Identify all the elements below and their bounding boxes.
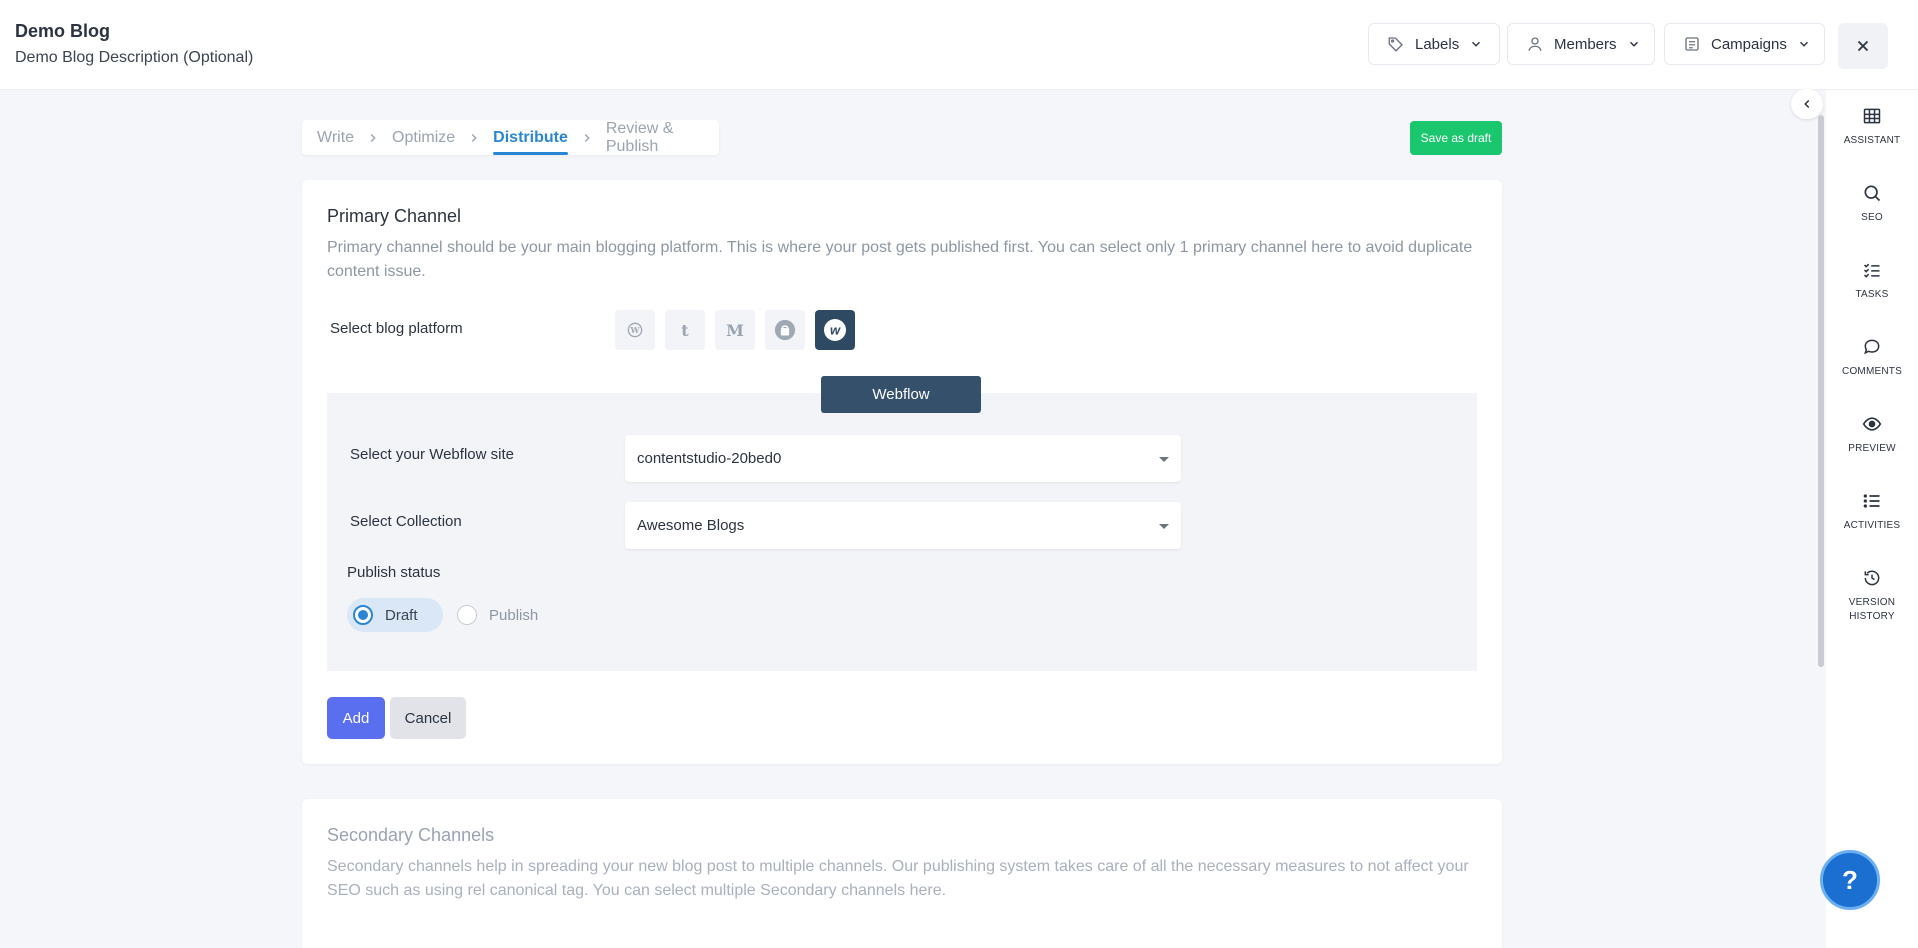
grid-icon [1863,108,1881,124]
blog-title[interactable]: Demo Blog [15,21,110,42]
help-button[interactable]: ? [1820,850,1880,910]
secondary-channels-description: Secondary channels help in spreading you… [327,858,1469,899]
list-icon [1863,494,1880,508]
collapse-sidebar-button[interactable] [1791,89,1823,119]
sidebar-item-assistant[interactable]: ASSISTANT [1826,106,1918,148]
sidebar-item-label: COMMENTS [1842,366,1902,377]
step-write[interactable]: Write [317,120,354,155]
campaigns-label: Campaigns [1711,35,1787,53]
chevron-right-icon [467,131,481,145]
caret-down-icon [1159,457,1169,462]
webflow-site-value: contentstudio-20bed0 [637,450,782,467]
sidebar-item-label: ASSISTANT [1843,135,1901,146]
publish-status-label: Publish status [347,564,441,581]
sidebar-item-comments[interactable]: COMMENTS [1826,337,1918,379]
sidebar-item-label: VERSION HISTORY [1848,597,1896,622]
platform-options: W t M w [615,310,855,350]
primary-channel-description: Primary channel should be your main blog… [327,239,1473,280]
sidebar-item-version-history[interactable]: VERSION HISTORY [1826,568,1918,624]
sidebar-item-activities[interactable]: ACTIVITIES [1826,491,1918,533]
scrollbar[interactable] [1818,115,1824,667]
top-header: Demo Blog Demo Blog Description (Optiona… [0,0,1918,90]
secondary-channels-title: Secondary Channels [327,825,495,845]
shopify-icon[interactable] [765,310,805,350]
user-icon [1528,37,1542,51]
blog-description[interactable]: Demo Blog Description (Optional) [15,49,253,67]
status-publish-radio[interactable]: Publish [457,598,538,632]
tumblr-icon[interactable]: t [665,310,705,350]
secondary-channels-card: Secondary Channels Secondary channels he… [302,799,1502,948]
members-dropdown[interactable]: Members [1507,23,1655,65]
history-icon [1864,570,1880,586]
caret-down-icon [1159,524,1169,529]
labels-dropdown[interactable]: Labels [1368,23,1500,65]
webflow-settings-panel: Select your Webflow site contentstudio-2… [327,393,1477,671]
close-icon [1857,40,1869,52]
status-draft-radio[interactable]: Draft [347,598,443,632]
step-optimize[interactable]: Optimize [392,120,455,155]
close-button[interactable] [1838,23,1888,69]
webflow-site-label: Select your Webflow site [350,446,514,463]
add-button[interactable]: Add [327,697,385,739]
tag-icon [1388,37,1403,52]
medium-icon[interactable]: M [715,310,755,350]
sidebar-item-tasks[interactable]: TASKS [1826,260,1918,302]
sidebar-item-label: PREVIEW [1848,443,1896,454]
chevron-left-icon [1804,99,1810,109]
chevron-down-icon [1799,41,1808,47]
chevron-down-icon [1472,41,1481,47]
labels-label: Labels [1415,35,1460,53]
svg-text:W: W [630,325,641,335]
step-navigation: Write Optimize Distribute Review & Publi… [302,120,719,155]
svg-text:w: w [830,323,841,338]
wordpress-icon[interactable]: W [615,310,655,350]
collection-value: Awesome Blogs [637,517,745,534]
step-review-publish[interactable]: Review & Publish [606,120,719,155]
webflow-icon[interactable]: w [815,310,855,350]
members-label: Members [1554,35,1617,53]
primary-channel-card: Primary Channel Primary channel should b… [302,180,1502,764]
cancel-button[interactable]: Cancel [390,697,466,739]
radio-unselected-icon [457,605,477,625]
radio-selected-icon [353,605,373,625]
sidebar-item-seo[interactable]: SEO [1826,183,1918,225]
collection-select[interactable]: Awesome Blogs [625,502,1181,549]
comment-icon [1864,339,1880,355]
webflow-site-select[interactable]: contentstudio-20bed0 [625,435,1181,482]
step-distribute[interactable]: Distribute [493,120,568,155]
chevron-right-icon [366,131,380,145]
status-draft-label: Draft [385,606,418,624]
campaigns-dropdown[interactable]: Campaigns [1664,23,1825,65]
eye-icon [1862,417,1882,431]
save-as-draft-button[interactable]: Save as draft [1410,121,1502,155]
sidebar-item-label: TASKS [1855,289,1889,300]
select-platform-label: Select blog platform [330,320,463,337]
selected-platform-tab: Webflow [821,376,981,413]
chevron-right-icon [580,131,594,145]
sidebar-item-label: ACTIVITIES [1843,520,1901,531]
checklist-icon [1863,263,1880,278]
folder-icon [1685,37,1699,51]
sidebar-item-label: SEO [1861,212,1883,223]
status-publish-label: Publish [489,606,539,624]
chevron-down-icon [1629,41,1638,47]
primary-channel-title: Primary Channel [327,206,462,226]
collection-label: Select Collection [350,513,462,530]
search-icon [1864,185,1881,202]
sidebar-item-preview[interactable]: PREVIEW [1826,414,1918,456]
right-sidebar: ASSISTANT SEO TASKS COMMENTS PREVIEW ACT… [1826,90,1918,948]
